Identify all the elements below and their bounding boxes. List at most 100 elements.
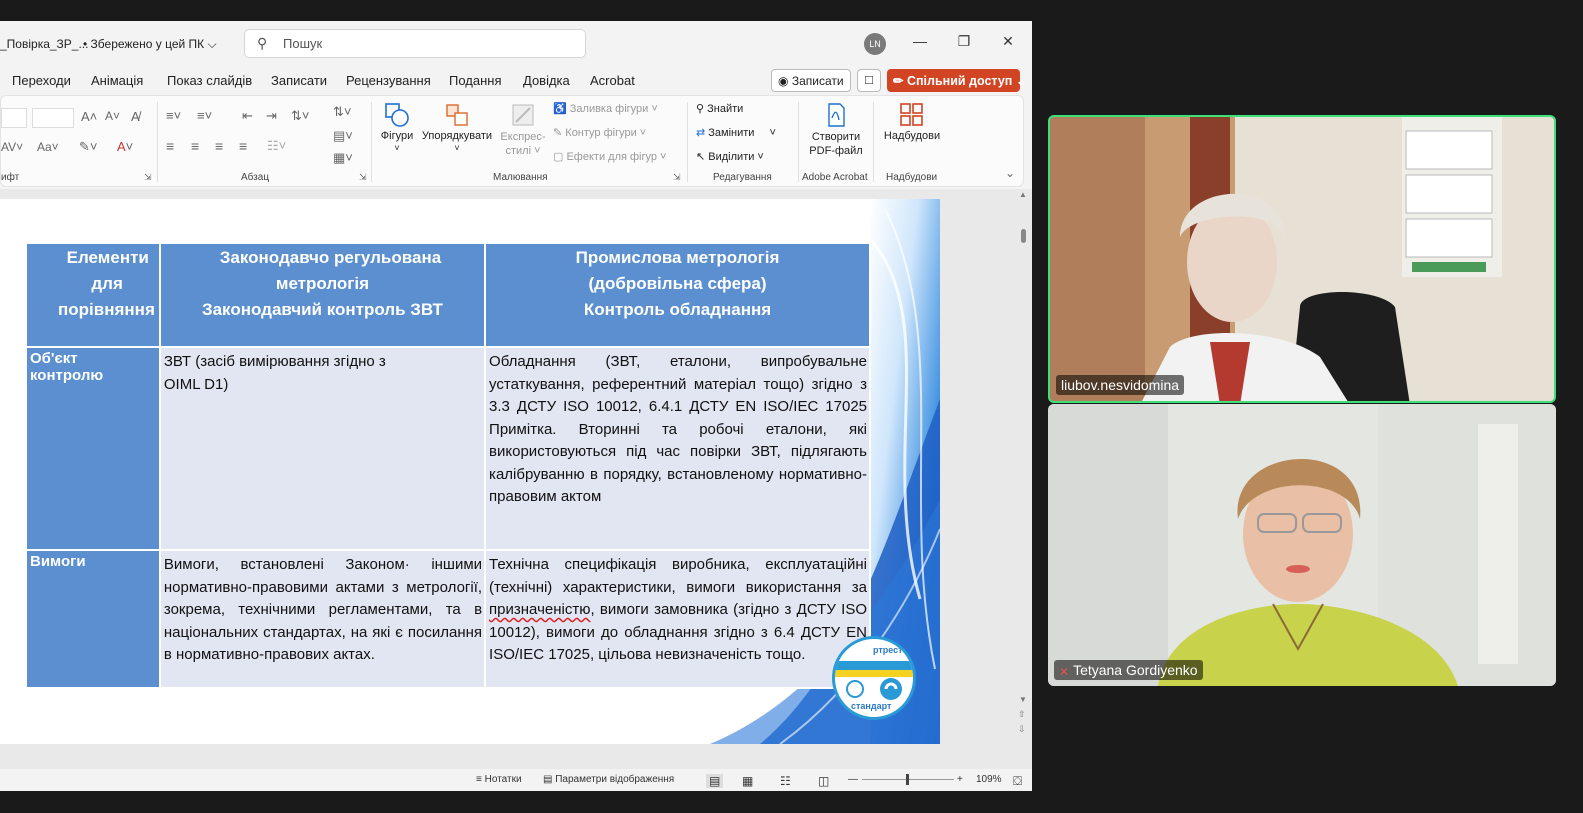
shape-fill-label: Заливка фігури bbox=[569, 103, 649, 115]
vertical-scrollbar[interactable]: ▲ ▼ ⇧ ⇩ bbox=[1018, 189, 1028, 769]
table-row: Вимоги Вимоги, встановлені Законом· інши… bbox=[25, 549, 871, 689]
char-spacing-icon[interactable]: AV˅ bbox=[1, 140, 23, 154]
comment-icon: ☐ bbox=[864, 75, 874, 87]
columns-icon[interactable]: ☷˅ bbox=[267, 138, 286, 154]
next-slide-icon[interactable]: ⇩ bbox=[1018, 724, 1026, 735]
paragraph-dialog-launcher-icon[interactable]: ⇲ bbox=[359, 172, 367, 183]
slide-sorter-icon[interactable]: ▦ bbox=[742, 774, 753, 788]
participant-name-tag: liubov.nesvidomina bbox=[1056, 375, 1185, 395]
arrange-button[interactable]: Упорядкувати ˅ bbox=[421, 102, 493, 154]
shrink-font-icon[interactable]: A˅ bbox=[105, 109, 120, 123]
chevron-down-icon: ⌄ bbox=[1015, 74, 1027, 88]
status-bar: ≡ Нотатки ▤ Параметри відображення ▤ ▦ ☷… bbox=[0, 769, 1032, 791]
chevron-down-icon: ˅ bbox=[125, 139, 134, 154]
replace-label: Замінити bbox=[708, 127, 755, 139]
highlight-icon[interactable]: ✎˅ bbox=[79, 139, 97, 155]
comments-button[interactable]: ☐ bbox=[857, 69, 881, 92]
tab-view[interactable]: Подання bbox=[449, 73, 502, 88]
bullets-icon[interactable]: ≡˅ bbox=[166, 108, 181, 123]
avatar[interactable]: LN bbox=[864, 33, 886, 55]
font-size-dropdown[interactable] bbox=[32, 108, 74, 128]
notes-button[interactable]: ≡ Нотатки bbox=[476, 774, 522, 785]
zoom-slider-thumb[interactable] bbox=[906, 774, 909, 785]
table-header-cell: Елементи для порівняння bbox=[25, 242, 161, 348]
collapse-ribbon-icon[interactable]: ⌄ bbox=[1005, 166, 1015, 180]
quick-styles-button[interactable]: Експрес-стилі ˅ bbox=[499, 102, 547, 158]
find-button[interactable]: ⚲ Знайти bbox=[696, 102, 743, 115]
scrollbar-thumb[interactable] bbox=[1021, 229, 1026, 243]
normal-view-icon[interactable]: ▤ bbox=[706, 774, 724, 788]
scroll-down-icon[interactable]: ▼ bbox=[1019, 695, 1027, 704]
video-tile-participant[interactable]: ⨯ Tetyana Gordiyenko bbox=[1048, 404, 1556, 686]
group-paragraph-label: Абзац bbox=[241, 172, 270, 183]
group-addins-label: Надбудови bbox=[886, 172, 938, 183]
line-spacing-icon[interactable]: ⇅˅ bbox=[291, 108, 309, 124]
tab-slideshow[interactable]: Показ слайдів bbox=[167, 73, 252, 88]
tab-review[interactable]: Рецензування bbox=[346, 73, 431, 88]
tab-transitions[interactable]: Переходи bbox=[12, 73, 71, 88]
fit-to-window-icon[interactable]: ⛋ bbox=[1013, 774, 1022, 789]
slide[interactable]: Елементи для порівняння Законодавчо регу… bbox=[0, 199, 940, 744]
font-dialog-launcher-icon[interactable]: ⇲ bbox=[144, 172, 152, 183]
save-status[interactable]: • Збережено у цей ПК ⌵ bbox=[83, 37, 217, 52]
cursor-icon: ↖ bbox=[696, 151, 706, 163]
tab-acrobat[interactable]: Acrobat bbox=[590, 73, 635, 88]
justify-icon[interactable]: ≡ bbox=[239, 138, 247, 154]
record-button[interactable]: ◉ Записати bbox=[771, 69, 851, 92]
text-direction-icon[interactable]: ⇅˅ bbox=[333, 104, 351, 120]
tab-help[interactable]: Довідка bbox=[523, 73, 570, 88]
quick-styles-icon bbox=[512, 104, 534, 126]
drawing-dialog-launcher-icon[interactable]: ⇲ bbox=[673, 172, 681, 183]
font-name-dropdown[interactable] bbox=[1, 108, 27, 128]
zoom-out-icon[interactable]: — bbox=[848, 774, 858, 785]
header-line: метрологія bbox=[275, 274, 370, 293]
clear-format-icon[interactable]: A̸ bbox=[131, 109, 140, 124]
shape-fill-button[interactable]: ♿ Заливка фігури ˅ bbox=[553, 102, 658, 115]
row-header-line: Об'єкт bbox=[30, 350, 78, 367]
chevron-down-icon: ˅ bbox=[454, 143, 460, 153]
shape-effects-button[interactable]: ▢ Ефекти для фігур ˅ bbox=[553, 150, 666, 163]
addins-button[interactable]: Надбудови bbox=[881, 102, 943, 142]
notes-label: Нотатки bbox=[484, 774, 522, 785]
search-icon: ⚲ bbox=[257, 35, 268, 51]
font-color-icon[interactable]: A˅ bbox=[117, 139, 133, 154]
shape-outline-button[interactable]: ✎ Контур фігури ˅ bbox=[553, 126, 646, 139]
grow-font-icon[interactable]: A˄ bbox=[81, 109, 97, 124]
file-name[interactable]: _Повірка_ЗР_... bbox=[0, 37, 88, 51]
shapes-button[interactable]: Фігури ˅ bbox=[378, 102, 416, 154]
select-button[interactable]: ↖ Виділити ˅ bbox=[696, 150, 764, 163]
organization-logo: ртрест стандарт bbox=[832, 636, 916, 720]
replace-icon: ⇄ bbox=[696, 127, 706, 139]
align-right-icon[interactable]: ≡ bbox=[215, 138, 223, 154]
align-text-icon[interactable]: ▤˅ bbox=[333, 128, 353, 144]
align-center-icon[interactable]: ≡ bbox=[191, 138, 199, 154]
close-icon[interactable]: ✕ bbox=[998, 33, 1018, 50]
slideshow-icon[interactable]: ◫ bbox=[818, 774, 829, 788]
shape-effects-label: Ефекти для фігур bbox=[566, 151, 657, 163]
create-pdf-button[interactable]: Створити PDF-файл bbox=[806, 102, 866, 158]
zoom-level[interactable]: 109% bbox=[976, 774, 1002, 785]
search-input[interactable]: ⚲ Пошук bbox=[244, 29, 586, 58]
prev-slide-icon[interactable]: ⇧ bbox=[1018, 709, 1026, 720]
display-settings-icon: ▤ bbox=[543, 774, 553, 785]
view-settings-button[interactable]: ▤ Параметри відображення bbox=[543, 774, 674, 785]
chevron-down-icon: ˅ bbox=[769, 127, 776, 139]
separator bbox=[157, 102, 158, 182]
zoom-in-icon[interactable]: + bbox=[957, 774, 963, 785]
decrease-indent-icon[interactable]: ⇤ bbox=[242, 108, 253, 124]
cell-line: ЗВТ (засіб вимірювання згідно з bbox=[163, 353, 386, 370]
share-button[interactable]: ✏ Спільний доступ ⌄ bbox=[887, 69, 1026, 92]
replace-button[interactable]: ⇄ Замінити ˅ bbox=[696, 126, 776, 139]
numbering-icon[interactable]: ≡˅ bbox=[197, 108, 212, 123]
smartart-icon[interactable]: ▦˅ bbox=[333, 150, 353, 166]
minimize-icon[interactable]: — bbox=[910, 33, 930, 49]
restore-icon[interactable]: ❐ bbox=[954, 33, 974, 50]
align-left-icon[interactable]: ≡ bbox=[166, 138, 174, 154]
scroll-up-icon[interactable]: ▲ bbox=[1019, 190, 1027, 199]
video-tile-speaker[interactable]: liubov.nesvidomina bbox=[1048, 115, 1556, 403]
reading-view-icon[interactable]: ☷ bbox=[780, 774, 791, 788]
tab-animation[interactable]: Анімація bbox=[91, 73, 143, 88]
increase-indent-icon[interactable]: ⇥ bbox=[266, 108, 277, 124]
change-case-icon[interactable]: Aa˅ bbox=[37, 140, 59, 154]
tab-record[interactable]: Записати bbox=[271, 73, 327, 88]
